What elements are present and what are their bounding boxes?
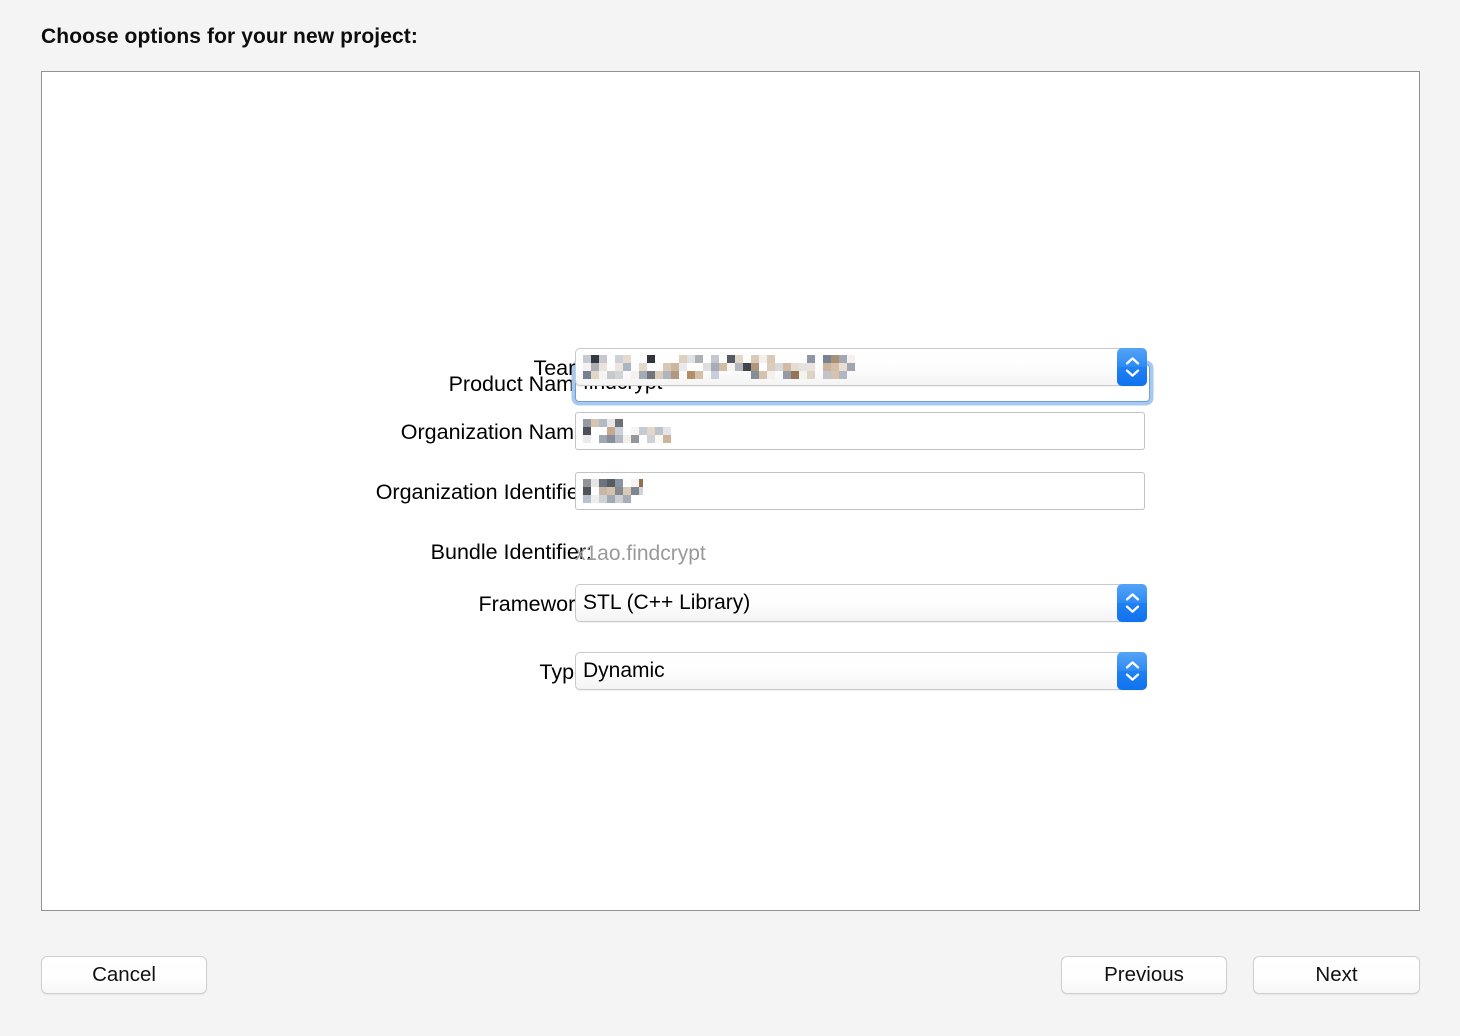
chevron-up-down-icon[interactable]: [1117, 584, 1147, 622]
project-options-panel: Product Name: findcrypt Team: ): [41, 71, 1420, 911]
redacted-team-value: ): [583, 355, 855, 379]
page-title: Choose options for your new project:: [41, 25, 418, 49]
framework-value: STL (C++ Library): [583, 591, 750, 615]
form-row-type: Type: Dynamic: [42, 652, 1419, 690]
type-select[interactable]: Dynamic: [575, 652, 1147, 690]
form-row-team: Team: ): [42, 348, 1419, 386]
cancel-button[interactable]: Cancel: [41, 956, 207, 994]
form-row-bundle-identifier: Bundle Identifier: x1ao.findcrypt: [42, 532, 1419, 570]
label-bundle-identifier: Bundle Identifier:: [431, 542, 592, 564]
chevron-up-down-icon[interactable]: [1117, 652, 1147, 690]
form-row-organization-name: Organization Name:: [42, 412, 1419, 450]
previous-button[interactable]: Previous: [1061, 956, 1227, 994]
chevron-up-down-icon[interactable]: [1117, 348, 1147, 386]
organization-identifier-input[interactable]: [575, 472, 1145, 510]
organization-name-input[interactable]: [575, 412, 1145, 450]
label-organization-identifier: Organization Identifier:: [376, 482, 592, 504]
next-button[interactable]: Next: [1253, 956, 1420, 994]
type-value: Dynamic: [583, 659, 665, 683]
form-row-framework: Framework: STL (C++ Library): [42, 584, 1419, 622]
team-value: ): [583, 355, 855, 379]
label-organization-name: Organization Name:: [401, 422, 592, 444]
form-row-organization-identifier: Organization Identifier:: [42, 472, 1419, 510]
redacted-organization-identifier-value: [583, 479, 643, 503]
bundle-identifier-value: x1ao.findcrypt: [575, 543, 1145, 564]
framework-select[interactable]: STL (C++ Library): [575, 584, 1147, 622]
redacted-organization-name-value: [583, 419, 671, 443]
team-select[interactable]: ): [575, 348, 1147, 386]
